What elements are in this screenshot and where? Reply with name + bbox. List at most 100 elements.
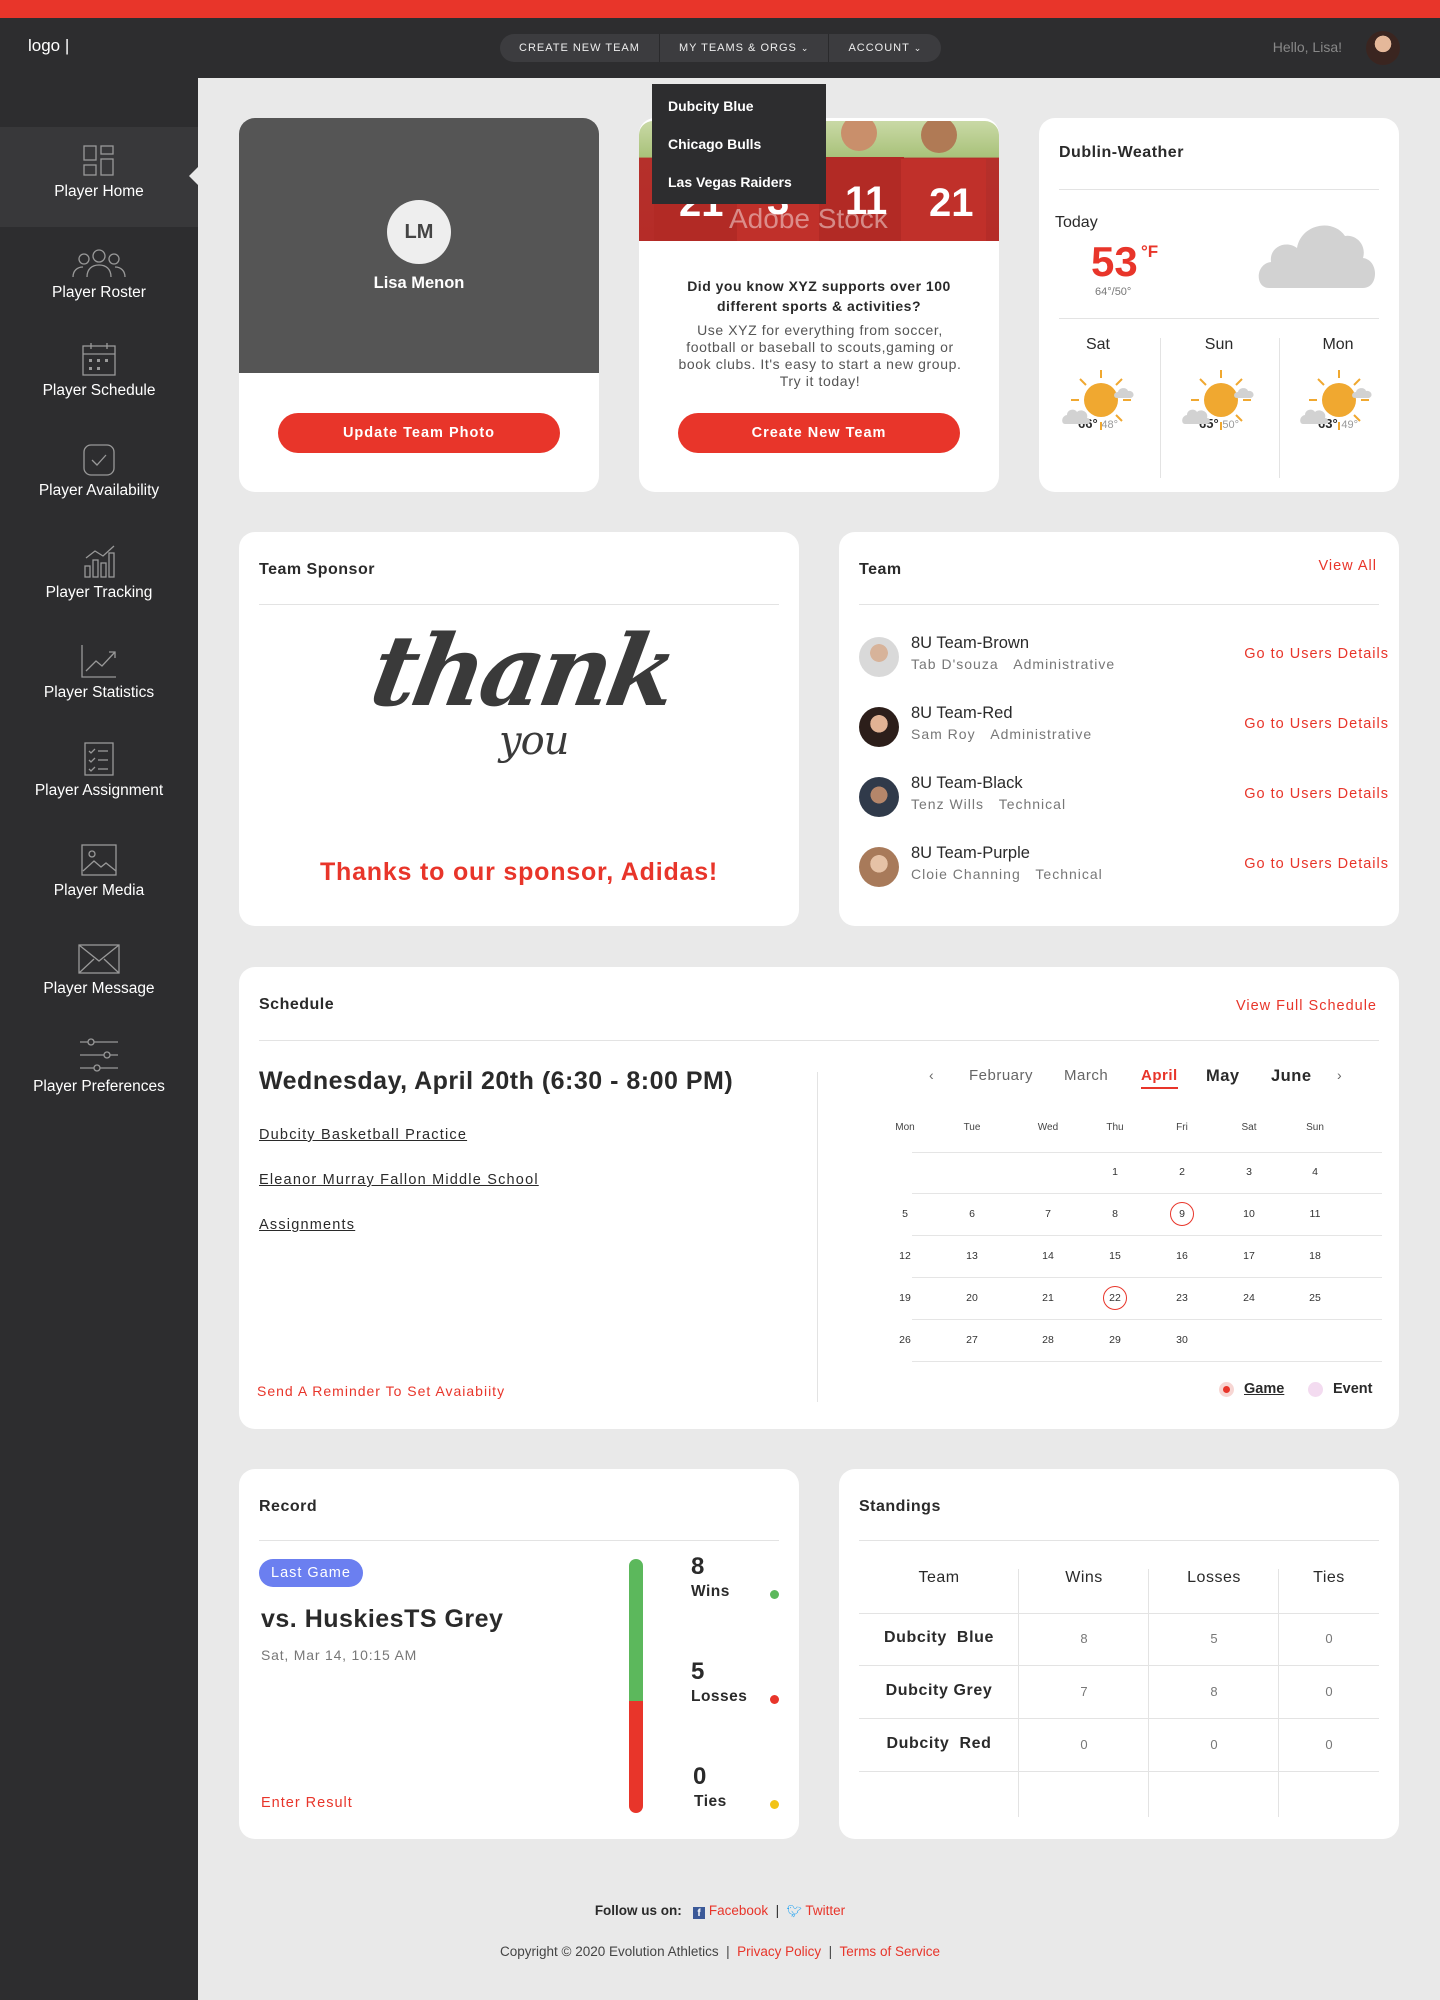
losses-bar xyxy=(629,1701,643,1813)
go-to-user-details-link[interactable]: Go to Users Details xyxy=(1244,646,1389,662)
assignments-link[interactable]: Assignments xyxy=(259,1217,355,1233)
calendar-day[interactable]: 4 xyxy=(1285,1166,1345,1178)
calendar-day[interactable]: 24 xyxy=(1219,1292,1279,1304)
calendar-day[interactable]: 30 xyxy=(1152,1334,1212,1346)
calendar-day[interactable]: 29 xyxy=(1085,1334,1145,1346)
calendar-day[interactable]: 12 xyxy=(875,1250,935,1262)
sidebar-item-player-home[interactable]: Player Home xyxy=(0,127,198,227)
profile-photo-area: LM Lisa Menon xyxy=(239,118,599,373)
month-may[interactable]: May xyxy=(1206,1067,1240,1086)
sidebar-item-player-roster[interactable]: Player Roster xyxy=(0,248,198,302)
team-name: 8U Team-Red xyxy=(911,704,1013,722)
month-april[interactable]: April xyxy=(1141,1067,1178,1089)
event-title-link[interactable]: Dubcity Basketball Practice xyxy=(259,1127,467,1143)
facebook-link[interactable]: Facebook xyxy=(709,1903,768,1918)
divider xyxy=(259,1540,779,1541)
team-title: Team xyxy=(859,561,902,578)
calendar-weekday: Sun xyxy=(1306,1122,1324,1133)
twitter-link[interactable]: Twitter xyxy=(805,1903,845,1918)
game-date: Sat, Mar 14, 10:15 AM xyxy=(261,1647,418,1663)
sidebar-item-player-assignment[interactable]: Player Assignment xyxy=(0,742,198,800)
calendar-day[interactable]: 8 xyxy=(1085,1208,1145,1220)
nav-account[interactable]: ACCOUNT ⌄ xyxy=(829,34,941,62)
calendar-day[interactable]: 27 xyxy=(942,1334,1002,1346)
calendar-day[interactable]: 28 xyxy=(1018,1334,1078,1346)
privacy-policy-link[interactable]: Privacy Policy xyxy=(737,1944,821,1959)
go-to-user-details-link[interactable]: Go to Users Details xyxy=(1244,786,1389,802)
view-all-link[interactable]: View All xyxy=(1318,558,1377,574)
next-month-button[interactable]: › xyxy=(1337,1067,1342,1083)
calendar-day[interactable]: 16 xyxy=(1152,1250,1212,1262)
nav-create-new-team[interactable]: CREATE NEW TEAM xyxy=(500,34,660,62)
team-name: 8U Team-Black xyxy=(911,774,1023,792)
sidebar-item-player-availability[interactable]: Player Availability xyxy=(0,444,198,500)
calendar-day[interactable]: 19 xyxy=(875,1292,935,1304)
calendar-day[interactable]: 26 xyxy=(875,1334,935,1346)
month-march[interactable]: March xyxy=(1064,1067,1108,1084)
calendar-day[interactable]: 21 xyxy=(1018,1292,1078,1304)
calendar-day[interactable]: 13 xyxy=(942,1250,1002,1262)
go-to-user-details-link[interactable]: Go to Users Details xyxy=(1244,716,1389,732)
calendar-day[interactable]: 14 xyxy=(1018,1250,1078,1262)
calendar-day[interactable]: 11 xyxy=(1285,1208,1345,1220)
calendar-day[interactable]: 6 xyxy=(942,1208,1002,1220)
weather-today-temp: 53 xyxy=(1091,238,1138,285)
follow-label: Follow us on: xyxy=(594,1903,682,1918)
event-location-link[interactable]: Eleanor Murray Fallon Middle School xyxy=(259,1172,539,1188)
sidebar-item-player-tracking[interactable]: Player Tracking xyxy=(0,544,198,602)
calendar-day[interactable]: 15 xyxy=(1085,1250,1145,1262)
standings-header-losses: Losses xyxy=(1187,1569,1241,1586)
calendar-day[interactable]: 7 xyxy=(1018,1208,1078,1220)
losses-label: Losses xyxy=(691,1688,748,1705)
calendar-weekday: Thu xyxy=(1106,1122,1124,1133)
cloud-icon xyxy=(1258,225,1375,288)
calendar-day[interactable]: 5 xyxy=(875,1208,935,1220)
calendar-day[interactable]: 23 xyxy=(1152,1292,1212,1304)
weather-today-label: Today xyxy=(1055,214,1098,231)
checklist-icon xyxy=(84,742,114,776)
sidebar-item-player-statistics[interactable]: Player Statistics xyxy=(0,644,198,702)
calendar-day[interactable]: 18 xyxy=(1285,1250,1345,1262)
team-member: Tab D'souza Administrative xyxy=(911,656,1115,672)
calendar-day[interactable]: 10 xyxy=(1219,1208,1279,1220)
calendar-day[interactable]: 25 xyxy=(1285,1292,1345,1304)
month-february[interactable]: February xyxy=(969,1067,1033,1084)
dropdown-item-dubcity-blue[interactable]: Dubcity Blue xyxy=(652,87,826,125)
go-to-user-details-link[interactable]: Go to Users Details xyxy=(1244,856,1389,872)
sidebar-item-player-message[interactable]: Player Message xyxy=(0,944,198,998)
partly-sunny-icon xyxy=(1300,370,1372,430)
sidebar-item-player-media[interactable]: Player Media xyxy=(0,844,198,900)
calendar-day[interactable]: 2 xyxy=(1152,1166,1212,1178)
logo[interactable]: logo | xyxy=(28,36,69,56)
terms-of-service-link[interactable]: Terms of Service xyxy=(839,1944,940,1959)
calendar-day[interactable]: 1 xyxy=(1085,1166,1145,1178)
stock-watermark: Adobe Stock xyxy=(729,203,888,234)
divider xyxy=(859,604,1379,605)
sidebar-item-player-schedule[interactable]: Player Schedule xyxy=(0,342,198,400)
view-full-schedule-link[interactable]: View Full Schedule xyxy=(1236,998,1377,1014)
user-avatar[interactable] xyxy=(1366,31,1400,65)
send-reminder-link[interactable]: Send A Reminder To Set Avaiabiity xyxy=(257,1383,505,1399)
footer-copyright: Copyright © 2020 Evolution Athletics | P… xyxy=(500,1944,940,1959)
calendar-day[interactable]: 17 xyxy=(1219,1250,1279,1262)
divider xyxy=(817,1072,818,1402)
copyright-text: Copyright © 2020 Evolution Athletics xyxy=(500,1944,719,1959)
prev-month-button[interactable]: ‹ xyxy=(929,1067,934,1083)
enter-result-link[interactable]: Enter Result xyxy=(261,1795,353,1811)
dropdown-item-las-vegas-raiders[interactable]: Las Vegas Raiders xyxy=(652,163,826,201)
sidebar-item-player-preferences[interactable]: Player Preferences xyxy=(0,1038,198,1096)
nav-my-teams-orgs[interactable]: MY TEAMS & ORGS ⌄ xyxy=(660,34,830,62)
avatar xyxy=(859,777,899,817)
legend-event-label: Event xyxy=(1333,1381,1373,1397)
month-june[interactable]: June xyxy=(1271,1067,1312,1086)
opponent-name: vs. HuskiesTS Grey xyxy=(261,1605,504,1633)
sidebar-item-label: Player Tracking xyxy=(45,584,153,601)
calendar-day[interactable]: 20 xyxy=(942,1292,1002,1304)
dropdown-item-chicago-bulls[interactable]: Chicago Bulls xyxy=(652,125,826,163)
partly-sunny-icon xyxy=(1062,370,1134,430)
standings-losses: 8 xyxy=(1210,1684,1218,1699)
create-new-team-button[interactable]: Create New Team xyxy=(678,413,960,453)
update-team-photo-button[interactable]: Update Team Photo xyxy=(278,413,560,453)
calendar-day[interactable]: 3 xyxy=(1219,1166,1279,1178)
member-role: Technical xyxy=(998,796,1067,812)
